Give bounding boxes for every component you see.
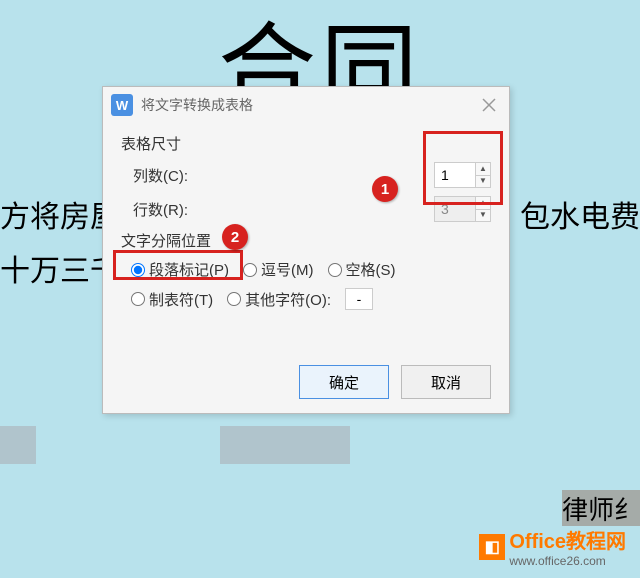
radio-space-input[interactable] — [328, 263, 342, 277]
rows-down-icon: ▼ — [476, 210, 490, 222]
radio-tab-input[interactable] — [131, 292, 145, 306]
radio-tab-label: 制表符(T) — [149, 289, 213, 310]
radio-space[interactable]: 空格(S) — [328, 259, 396, 280]
columns-label: 列数(C): — [121, 165, 201, 186]
radio-comma-label: 逗号(M) — [261, 259, 314, 280]
radio-space-label: 空格(S) — [346, 259, 396, 280]
annotation-marker-2: 2 — [222, 224, 248, 250]
radio-other[interactable]: 其他字符(O): — [227, 289, 331, 310]
watermark-url: www.office26.com — [509, 554, 626, 568]
radio-comma[interactable]: 逗号(M) — [243, 259, 314, 280]
annotation-marker-1: 1 — [372, 176, 398, 202]
annotation-box-1 — [423, 131, 503, 205]
dialog-title: 将文字转换成表格 — [141, 95, 469, 115]
wps-app-icon: W — [111, 94, 133, 116]
cancel-button[interactable]: 取消 — [401, 365, 491, 399]
radio-comma-input[interactable] — [243, 263, 257, 277]
radio-tab[interactable]: 制表符(T) — [131, 289, 213, 310]
bg-selection-2 — [220, 426, 350, 464]
watermark-brand: Office教程网 — [509, 525, 626, 554]
radio-other-input[interactable] — [227, 292, 241, 306]
bg-text-right-1: 包水电费 — [520, 192, 640, 236]
office-logo-icon: ◧ — [479, 534, 505, 560]
annotation-box-2 — [113, 250, 243, 280]
radio-other-label: 其他字符(O): — [245, 289, 331, 310]
bg-selection-1 — [0, 426, 36, 464]
watermark: ◧ Office教程网 www.office26.com — [479, 525, 626, 568]
rows-label: 行数(R): — [121, 199, 201, 220]
other-char-input[interactable] — [345, 288, 373, 310]
close-icon[interactable] — [477, 93, 501, 117]
ok-button[interactable]: 确定 — [299, 365, 389, 399]
dialog-titlebar: W 将文字转换成表格 — [103, 87, 509, 123]
separator-label: 文字分隔位置 — [121, 230, 491, 251]
bg-lawyer-box: 律师纟 — [562, 490, 640, 526]
dialog-buttons: 确定 取消 — [299, 365, 491, 399]
